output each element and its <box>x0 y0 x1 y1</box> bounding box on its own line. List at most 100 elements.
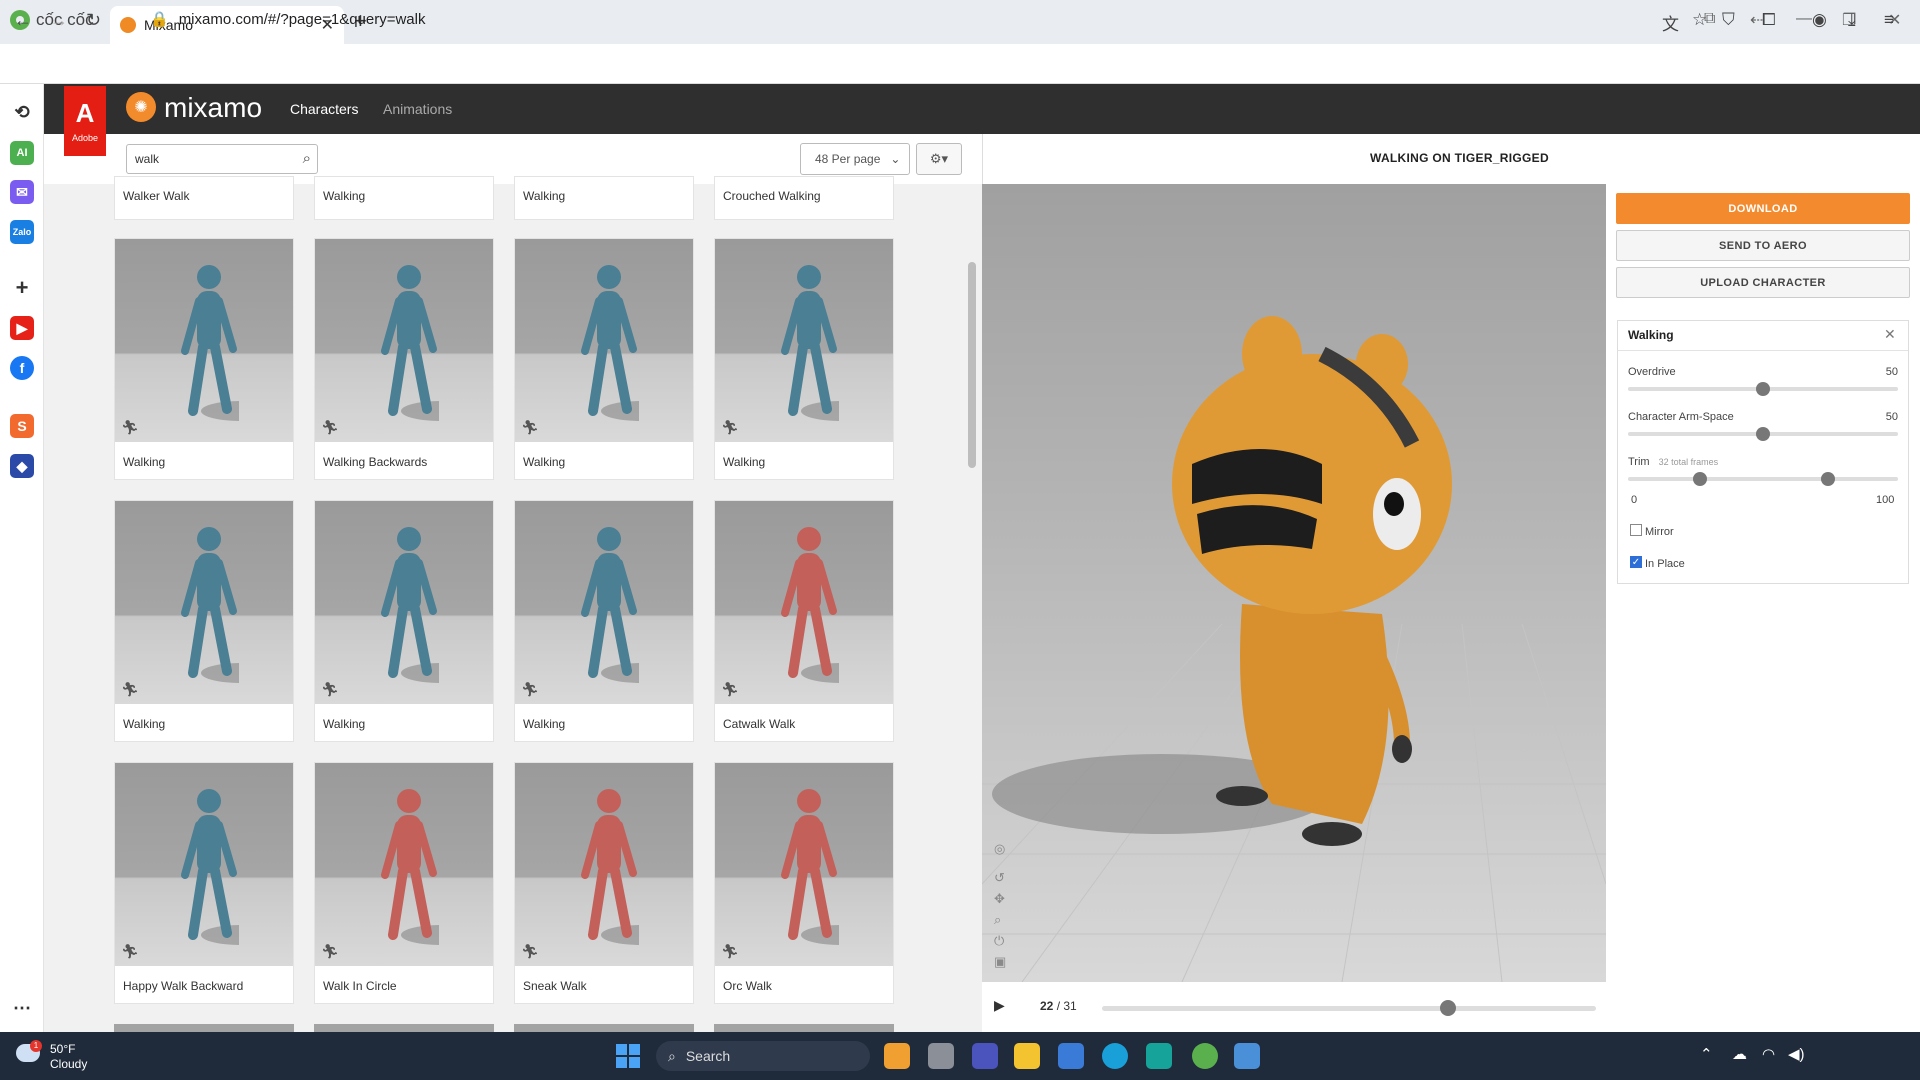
divider <box>1618 350 1908 351</box>
animation-card[interactable]: 🏃︎ Walking <box>514 238 694 480</box>
animation-card[interactable]: 🏃︎ Walking <box>514 500 694 742</box>
ai-assistant-icon[interactable]: AI <box>10 141 34 165</box>
nav-animations[interactable]: Animations <box>383 101 452 117</box>
animation-card[interactable]: 🏃︎ Walking Backwards <box>314 238 494 480</box>
chevron-up-icon[interactable]: ⌃ <box>1700 1045 1713 1063</box>
youtube-icon[interactable]: ▶ <box>10 316 34 340</box>
notification-badge: 1 <box>30 1040 42 1052</box>
send-to-aero-button[interactable]: SEND TO AERO <box>1616 230 1910 261</box>
character-figure <box>781 789 839 945</box>
extensions-icon[interactable]: ⧠ <box>1762 10 1776 30</box>
back-icon[interactable]: ← <box>14 10 32 31</box>
coccoc-taskbar-icon[interactable] <box>1192 1043 1218 1069</box>
next-row-thumb <box>514 1024 694 1032</box>
windows-start-icon[interactable] <box>616 1044 640 1068</box>
per-page-select[interactable]: 48 Per page ⌄ <box>800 143 910 175</box>
animation-type-icon: 🏃︎ <box>321 943 339 959</box>
shield-icon[interactable]: ⛉ <box>1722 10 1735 30</box>
timeline-track[interactable] <box>1102 1006 1596 1011</box>
card-label: Walking <box>123 455 166 469</box>
taskbar-search[interactable]: ⌕ Search <box>656 1041 870 1071</box>
add-app-icon[interactable]: + <box>10 275 34 300</box>
search-input[interactable] <box>127 145 287 173</box>
animation-card[interactable]: 🏃︎ Walking <box>114 500 294 742</box>
animation-card[interactable]: 🏃︎ Orc Walk <box>714 762 894 1004</box>
history-icon[interactable]: ⟲ <box>10 100 34 124</box>
trim-start-knob[interactable] <box>1693 472 1707 486</box>
copilot-icon[interactable] <box>884 1043 910 1069</box>
animation-card[interactable]: 🏃︎ Walking <box>714 238 894 480</box>
reset-view-icon[interactable]: ⏻ <box>994 930 1006 951</box>
wifi-icon[interactable]: ◠ <box>1762 1045 1775 1063</box>
address-bar[interactable]: 🔒 mixamo.com/#/?page=1&query=walk <box>150 10 425 28</box>
maya-app-icon[interactable] <box>1146 1043 1172 1069</box>
animation-card[interactable]: 🏃︎ Walk In Circle <box>314 762 494 1004</box>
game-app-icon[interactable]: ◆ <box>10 454 34 478</box>
zoom-icon[interactable]: ⌕ <box>994 909 1006 930</box>
search-icon[interactable]: ⌕ <box>303 150 311 167</box>
forward-icon[interactable]: → <box>50 10 68 31</box>
file-explorer-icon[interactable] <box>1014 1043 1040 1069</box>
adobe-label: Adobe <box>71 133 99 143</box>
mixamo-wordmark[interactable]: mixamo <box>164 92 262 124</box>
adobe-logo[interactable]: A Adobe <box>64 86 106 156</box>
search-box[interactable]: ⌕ <box>126 144 318 174</box>
animation-type-icon: 🏃︎ <box>321 419 339 435</box>
animation-card[interactable]: 🏃︎ Happy Walk Backward <box>114 762 294 1004</box>
list-item[interactable]: Walker Walk <box>114 176 294 220</box>
download-icon[interactable]: ⤓ <box>1848 10 1856 30</box>
zalo-icon[interactable]: Zalo <box>10 220 34 244</box>
animation-card[interactable]: 🏃︎ Walking <box>114 238 294 480</box>
store-icon[interactable] <box>1058 1043 1084 1069</box>
notepad-icon[interactable] <box>1234 1043 1260 1069</box>
profile-icon[interactable]: ◉ <box>1812 10 1827 30</box>
animation-card[interactable]: 🏃︎ Walking <box>314 500 494 742</box>
translate-icon[interactable]: 文 <box>1662 10 1679 35</box>
pan-icon[interactable]: ✥ <box>994 888 1006 909</box>
mixamo-logo-icon[interactable]: ✺ <box>126 92 156 122</box>
messenger-icon[interactable]: ✉ <box>10 180 34 204</box>
grid-settings-button[interactable]: ⚙▾ <box>916 143 962 175</box>
bookmark-star-icon[interactable]: ☆ <box>1692 10 1707 30</box>
card-label: Walking <box>723 455 766 469</box>
minimize-icon[interactable]: — <box>1796 10 1812 28</box>
animation-thumbnail: 🏃︎ <box>515 501 693 704</box>
menu-icon[interactable]: ≡ <box>1884 10 1894 30</box>
facebook-icon[interactable]: f <box>10 356 34 380</box>
weather-condition: Cloudy <box>50 1057 88 1071</box>
in-place-checkbox[interactable]: ✓ <box>1630 556 1642 568</box>
rotate-icon[interactable]: ↺ <box>994 867 1006 888</box>
arm-space-slider-knob[interactable] <box>1756 427 1770 441</box>
task-view-icon[interactable] <box>928 1043 954 1069</box>
card-label: Walking <box>123 717 166 731</box>
more-apps-icon[interactable]: ⋯ <box>10 996 34 1020</box>
animation-card[interactable]: 🏃︎ Catwalk Walk <box>714 500 894 742</box>
list-item[interactable]: Crouched Walking <box>714 176 894 220</box>
volume-icon[interactable]: ◀) <box>1788 1045 1805 1063</box>
play-button[interactable]: ▶ <box>994 997 1005 1014</box>
camera-icon[interactable]: ◎ <box>994 838 1006 859</box>
nav-characters[interactable]: Characters <box>290 101 358 117</box>
onedrive-icon[interactable]: ☁ <box>1732 1045 1747 1063</box>
trim-slider[interactable] <box>1628 477 1898 481</box>
animation-type-icon: 🏃︎ <box>721 419 739 435</box>
grid-scrollbar[interactable] <box>968 262 976 468</box>
reload-icon[interactable]: ↻ <box>86 10 101 31</box>
3d-viewport[interactable] <box>982 184 1606 982</box>
list-item[interactable]: Walking <box>514 176 694 220</box>
viewport-scene <box>982 316 1606 982</box>
overdrive-slider-knob[interactable] <box>1756 382 1770 396</box>
list-item[interactable]: Walking <box>314 176 494 220</box>
mirror-checkbox[interactable] <box>1630 524 1642 536</box>
animation-card[interactable]: 🏃︎ Sneak Walk <box>514 762 694 1004</box>
shopee-icon[interactable]: S <box>10 414 34 438</box>
download-button[interactable]: DOWNLOAD <box>1616 193 1910 224</box>
screenshot-icon[interactable]: ▣ <box>994 951 1006 972</box>
close-icon[interactable]: ✕ <box>1884 326 1896 343</box>
timeline-scrubber[interactable] <box>1439 1000 1456 1016</box>
teams-icon[interactable] <box>972 1043 998 1069</box>
edge-icon[interactable] <box>1102 1043 1128 1069</box>
upload-character-button[interactable]: UPLOAD CHARACTER <box>1616 267 1910 298</box>
weather-temp: 50°F <box>50 1042 76 1056</box>
trim-end-knob[interactable] <box>1821 472 1835 486</box>
